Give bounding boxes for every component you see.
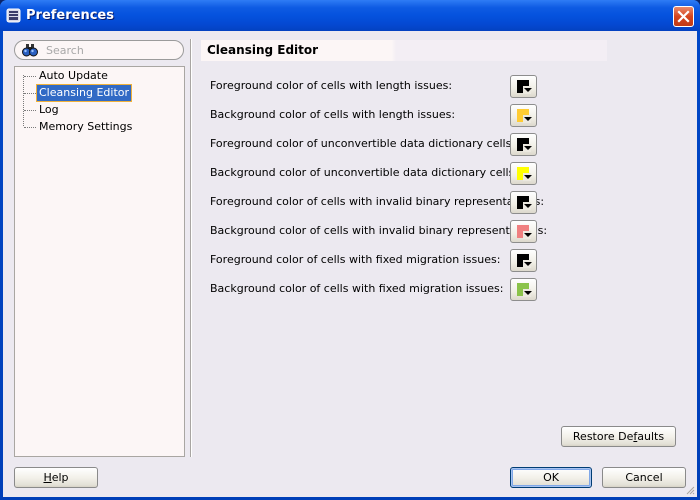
preferences-tree[interactable]: Auto Update Cleansing Editor Log Memory …: [14, 66, 185, 457]
search-input[interactable]: [46, 43, 176, 57]
section-header: Cleansing Editor: [201, 40, 607, 61]
preference-row: Foreground color of cells with fixed mig…: [210, 249, 540, 272]
preference-row: Background color of cells with fixed mig…: [210, 278, 540, 301]
preference-row: Background color of cells with invalid b…: [210, 220, 547, 243]
color-picker-button[interactable]: [510, 162, 537, 185]
preferences-window: Preferences Auto Update: [0, 0, 700, 500]
tree-connector: [24, 76, 36, 77]
preference-row: Background color of unconvertible data d…: [210, 162, 540, 185]
dropdown-arrow-icon: [524, 291, 532, 295]
dialog-client-area: Auto Update Cleansing Editor Log Memory …: [3, 31, 697, 497]
color-picker-button[interactable]: [510, 249, 537, 272]
preference-label: Foreground color of cells with invalid b…: [210, 195, 545, 208]
dropdown-arrow-icon: [524, 117, 532, 121]
preference-label: Foreground color of cells with fixed mig…: [210, 253, 501, 266]
mnemonic-char: H: [43, 471, 52, 484]
close-icon: [677, 10, 690, 23]
help-button[interactable]: Help: [14, 467, 98, 488]
preference-label: Background color of cells with invalid b…: [210, 224, 548, 237]
preference-row: Foreground color of cells with invalid b…: [210, 191, 544, 214]
color-picker-button[interactable]: [510, 75, 537, 98]
preference-row: Foreground color of cells with length is…: [210, 75, 540, 98]
button-label-post: elp: [51, 471, 69, 484]
color-picker-button[interactable]: [510, 278, 537, 301]
splitter[interactable]: [190, 39, 192, 457]
binoculars-icon: [22, 44, 38, 57]
tree-connector: [24, 93, 36, 94]
close-button[interactable]: [673, 6, 694, 27]
dropdown-arrow-icon: [524, 233, 532, 237]
preference-label: Background color of unconvertible data d…: [210, 166, 519, 179]
title-bar[interactable]: Preferences: [0, 0, 700, 31]
preference-row: Foreground color of unconvertible data d…: [210, 133, 540, 156]
dropdown-arrow-icon: [524, 262, 532, 266]
tree-item-label: Cleansing Editor: [35, 84, 133, 102]
tree-item-label: Log: [39, 103, 59, 116]
tree-connector: [24, 127, 36, 128]
button-label-pre: Restore De: [572, 430, 634, 443]
tree-item-label: Memory Settings: [39, 120, 133, 133]
tree-connector: [24, 110, 36, 111]
restore-defaults-button[interactable]: Restore Defaults: [561, 426, 676, 447]
cancel-button[interactable]: Cancel: [602, 467, 686, 488]
dropdown-arrow-icon: [524, 146, 532, 150]
preference-row: Background color of cells with length is…: [210, 104, 540, 127]
resize-grip-icon[interactable]: [685, 485, 695, 495]
preference-label: Background color of cells with length is…: [210, 108, 456, 121]
preference-label: Foreground color of cells with length is…: [210, 79, 453, 92]
color-picker-button[interactable]: [510, 220, 537, 243]
dropdown-arrow-icon: [524, 204, 532, 208]
dropdown-arrow-icon: [524, 88, 532, 92]
tree-item-label: Auto Update: [39, 69, 108, 82]
button-label-post: aults: [637, 430, 665, 443]
color-picker-button[interactable]: [510, 133, 537, 156]
preference-label: Background color of cells with fixed mig…: [210, 282, 504, 295]
preferences-app-icon: [6, 8, 21, 23]
preference-label: Foreground color of unconvertible data d…: [210, 137, 516, 150]
tree-connector-line: [23, 75, 24, 126]
window-title: Preferences: [26, 8, 114, 23]
section-title: Cleansing Editor: [207, 43, 319, 57]
search-field[interactable]: [14, 40, 184, 60]
ok-button[interactable]: OK: [510, 467, 592, 488]
dropdown-arrow-icon: [524, 175, 532, 179]
color-picker-button[interactable]: [510, 191, 537, 214]
color-picker-button[interactable]: [510, 104, 537, 127]
